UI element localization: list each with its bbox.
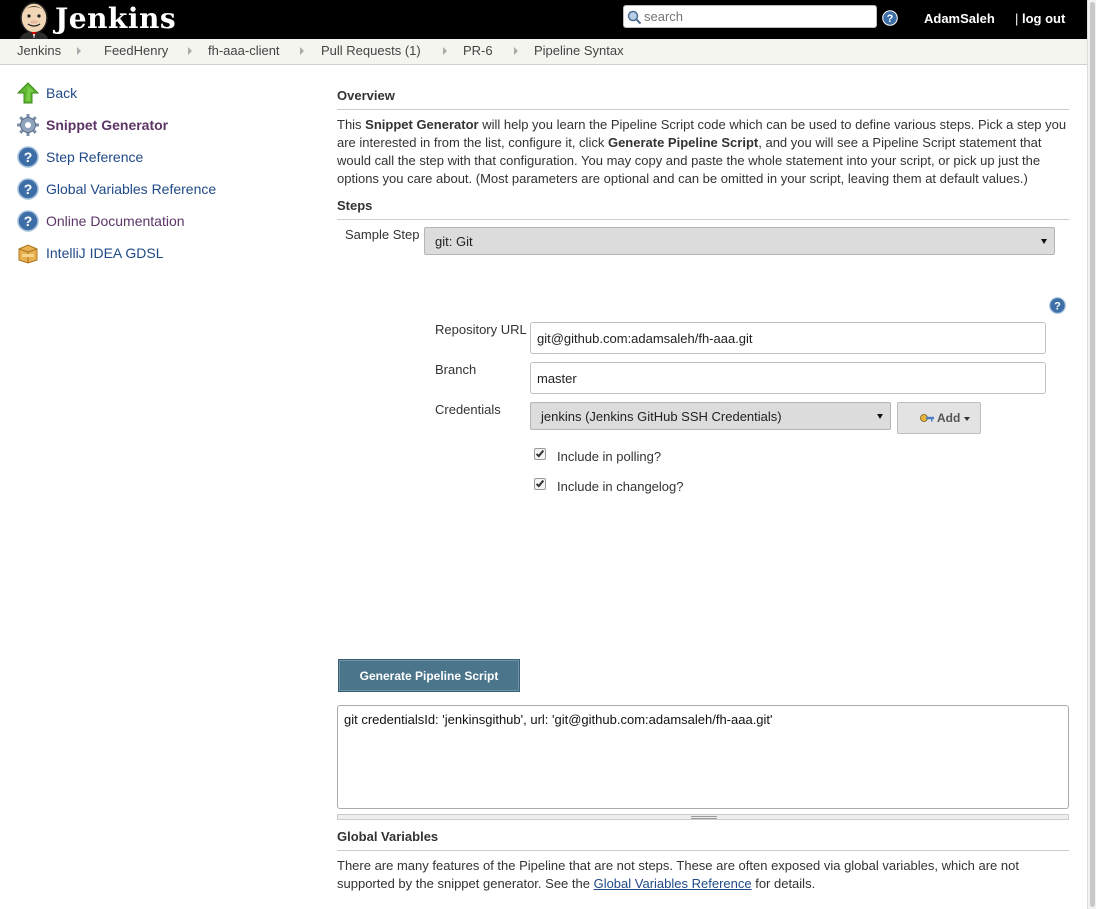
overview-text: This [337, 117, 366, 132]
breadcrumb-feedhenry[interactable]: FeedHenry [104, 43, 168, 58]
credentials-value: jenkins (Jenkins GitHub SSH Credentials) [541, 409, 782, 424]
jenkins-wordmark[interactable]: Jenkins [55, 2, 176, 35]
breadcrumb-pull-requests[interactable]: Pull Requests (1) [321, 43, 421, 58]
credentials-label: Credentials [435, 402, 501, 417]
breadcrumb: Jenkins FeedHenry fh-aaa-client Pull Req… [0, 39, 1087, 65]
git-help-icon[interactable]: ? [1049, 297, 1066, 314]
global-variables-paragraph: There are many features of the Pipeline … [337, 857, 1067, 893]
breadcrumb-chevron-icon[interactable] [443, 47, 447, 55]
credentials-select[interactable]: jenkins (Jenkins GitHub SSH Credentials) [530, 402, 891, 430]
chevron-down-icon [877, 414, 883, 419]
include-in-changelog-label[interactable]: Include in changelog? [557, 479, 684, 494]
search-box[interactable] [623, 5, 877, 28]
breadcrumb-jenkins[interactable]: Jenkins [17, 43, 61, 58]
search-input[interactable] [644, 7, 872, 26]
steps-heading: Steps [337, 198, 1069, 220]
include-in-polling-checkbox[interactable] [534, 448, 546, 460]
help-icon: ? [17, 210, 39, 232]
key-icon [919, 412, 935, 427]
search-icon [627, 10, 642, 28]
add-credentials-button[interactable]: Add [897, 402, 981, 434]
task-label: IntelliJ IDEA GDSL [46, 245, 164, 261]
breadcrumb-chevron-icon[interactable] [514, 47, 518, 55]
vertical-scrollbar[interactable] [1087, 0, 1096, 909]
task-label: Online Documentation [46, 213, 185, 229]
scrollbar-thumb[interactable] [1090, 2, 1095, 907]
breadcrumb-fh-aaa-client[interactable]: fh-aaa-client [208, 43, 280, 58]
breadcrumb-pr-6[interactable]: PR-6 [463, 43, 493, 58]
overview-bold-snippet-generator: Snippet Generator [365, 117, 479, 132]
caret-down-icon [964, 417, 970, 421]
task-label: Back [46, 85, 78, 101]
task-label: Step Reference [46, 149, 144, 165]
overview-heading: Overview [337, 88, 1069, 110]
task-label: Snippet Generator [46, 117, 169, 133]
breadcrumb-chevron-icon[interactable] [300, 47, 304, 55]
chevron-down-icon [1041, 239, 1047, 244]
checkmark-icon [535, 478, 545, 488]
generate-pipeline-script-button[interactable]: Generate Pipeline Script [338, 659, 520, 692]
include-in-changelog-checkbox[interactable] [534, 478, 546, 490]
logout-link[interactable]: log out [1022, 11, 1065, 26]
pipeline-script-output[interactable]: git credentialsId: 'jenkinsgithub', url:… [337, 705, 1069, 809]
global-variables-heading: Global Variables [337, 829, 1069, 851]
repository-url-input[interactable] [530, 322, 1046, 354]
breadcrumb-chevron-icon[interactable] [77, 47, 81, 55]
repository-url-label: Repository URL [435, 322, 527, 337]
breadcrumb-chevron-icon[interactable] [188, 47, 192, 55]
gear-icon [17, 114, 39, 136]
top-header: Jenkins ? AdamSaleh | log out [0, 0, 1087, 39]
svg-text:?: ? [24, 149, 33, 165]
overview-bold-generate-pipeline-script: Generate Pipeline Script [607, 135, 759, 150]
breadcrumb-pipeline-syntax[interactable]: Pipeline Syntax [534, 43, 624, 58]
help-icon: ? [17, 146, 39, 168]
generate-button-label: Generate Pipeline Script [359, 669, 499, 683]
sample-step-label: Sample Step [345, 227, 420, 242]
task-label: Global Variables Reference [46, 181, 217, 197]
overview-paragraph: This Snippet Generator will help you lea… [337, 116, 1067, 188]
textarea-resize-handle[interactable] [337, 814, 1069, 820]
jenkins-butler-logo[interactable] [14, 1, 54, 39]
svg-text:?: ? [24, 181, 33, 197]
user-link[interactable]: AdamSaleh [924, 11, 995, 26]
branch-input[interactable] [530, 362, 1046, 394]
up-arrow-icon [16, 82, 40, 104]
sample-step-value: git: Git [435, 234, 473, 249]
svg-text:?: ? [887, 13, 894, 25]
logout-separator: | [1015, 11, 1019, 26]
add-label: Add [937, 411, 961, 425]
sample-step-select[interactable]: git: Git [424, 227, 1055, 255]
svg-text:?: ? [24, 213, 33, 229]
search-help-icon[interactable]: ? [882, 10, 898, 29]
grip-lines-icon [691, 816, 717, 819]
package-icon [17, 242, 39, 264]
include-in-polling-label[interactable]: Include in polling? [557, 449, 661, 464]
svg-text:?: ? [1054, 301, 1061, 313]
global-variables-text: for details. [751, 876, 816, 891]
branch-label: Branch [435, 362, 477, 377]
checkmark-icon [535, 448, 545, 458]
help-icon: ? [17, 178, 39, 200]
global-variables-reference-link[interactable]: Global Variables Reference [594, 876, 752, 891]
